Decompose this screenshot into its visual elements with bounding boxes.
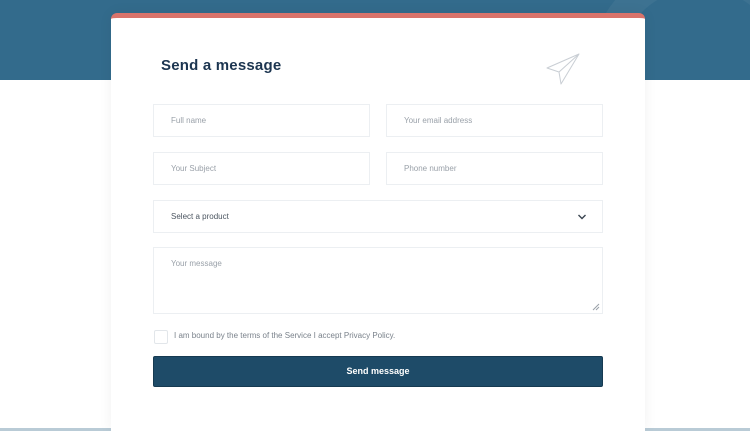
contact-form-card: Send a message Full name Your email addr…: [111, 13, 645, 431]
email-placeholder: Your email address: [404, 116, 473, 125]
subject-field[interactable]: Your Subject: [153, 152, 370, 185]
consent-label: I am bound by the terms of the Service I…: [174, 331, 396, 340]
send-message-button[interactable]: Send message: [153, 356, 603, 387]
message-placeholder: Your message: [171, 259, 222, 268]
form-title: Send a message: [161, 57, 282, 74]
product-select[interactable]: Select a product: [153, 200, 603, 233]
product-select-value: Select a product: [171, 212, 229, 221]
full-name-field[interactable]: Full name: [153, 104, 370, 137]
full-name-placeholder: Full name: [171, 116, 207, 125]
chevron-down-icon: [578, 214, 586, 220]
subject-placeholder: Your Subject: [171, 164, 217, 173]
message-textarea[interactable]: Your message: [153, 247, 603, 314]
paper-plane-icon: [546, 53, 580, 85]
resize-handle-icon[interactable]: [592, 303, 600, 311]
privacy-checkbox[interactable]: [154, 330, 168, 344]
email-field[interactable]: Your email address: [386, 104, 603, 137]
phone-field[interactable]: Phone number: [386, 152, 603, 185]
phone-placeholder: Phone number: [404, 164, 457, 173]
